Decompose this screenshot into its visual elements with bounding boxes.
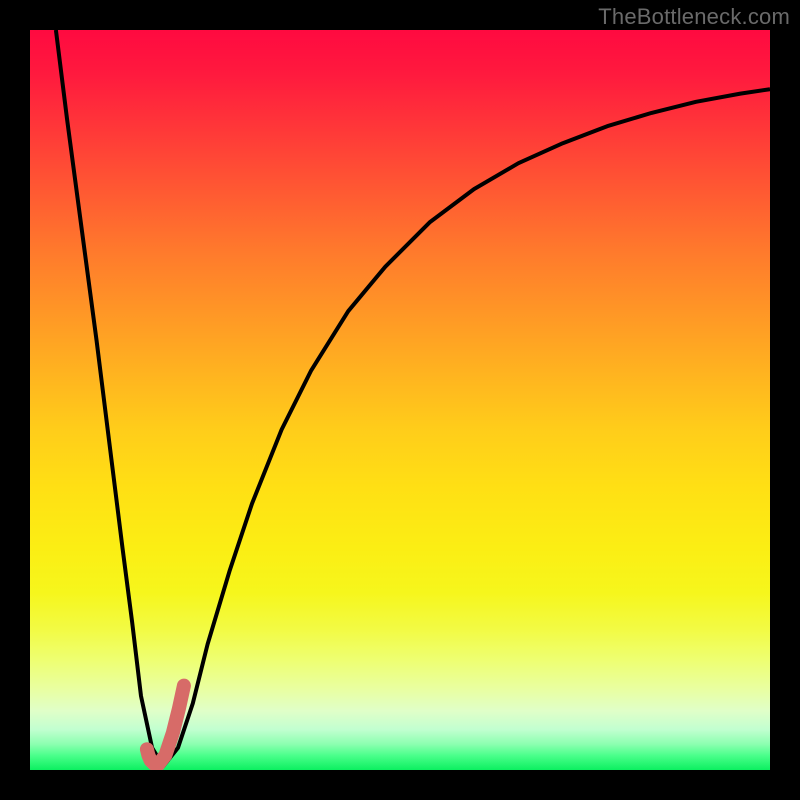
watermark-text: TheBottleneck.com xyxy=(598,4,790,30)
chart-frame: TheBottleneck.com xyxy=(0,0,800,800)
gradient-background xyxy=(30,30,770,770)
plot-area xyxy=(30,30,770,770)
